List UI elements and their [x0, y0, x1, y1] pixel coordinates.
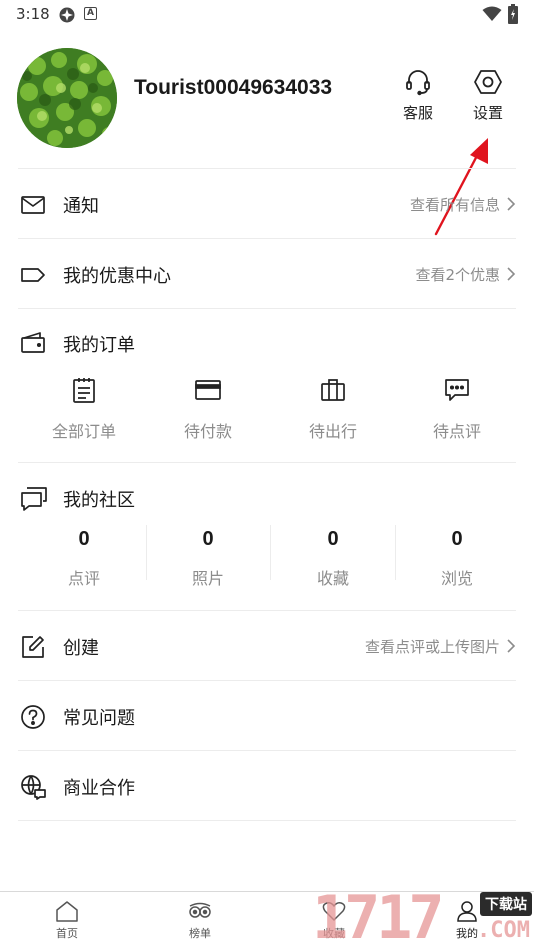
tab-label: 收藏 [323, 927, 345, 940]
divider [18, 750, 516, 751]
chevron-right-icon [507, 197, 516, 211]
tab-label: 榜单 [189, 927, 211, 940]
divider [18, 238, 516, 239]
tab-favorites[interactable]: 收藏 [294, 900, 374, 941]
create-label: 创建 [63, 638, 99, 659]
status-bar: 3:18 A [0, 0, 534, 30]
tab-me[interactable]: 我的 [427, 900, 507, 941]
order-pending-review-button[interactable]: 待点评 [395, 376, 519, 442]
order-label: 全部订单 [51, 422, 116, 441]
stat-value: 0 [78, 528, 90, 550]
order-upcoming-trip-button[interactable]: 待出行 [271, 376, 395, 442]
avatar[interactable] [17, 48, 117, 148]
credit-card-icon [195, 380, 221, 400]
tab-label: 首页 [56, 927, 78, 940]
username[interactable]: Tourist00049634033 [134, 74, 334, 102]
edit-icon [22, 636, 44, 658]
stat-label: 收藏 [316, 569, 349, 588]
my-community-title: 我的社区 [63, 490, 135, 511]
globe-chat-icon [21, 775, 46, 800]
tab-label: 我的 [456, 927, 478, 940]
question-circle-icon [21, 705, 45, 729]
settings-label: 设置 [472, 104, 503, 122]
community-chat-icon [21, 487, 47, 511]
divider [18, 680, 516, 681]
stat-label: 照片 [191, 569, 224, 588]
customer-service-button[interactable]: 客服 [390, 68, 446, 123]
faq-row[interactable]: 常见问题 [18, 682, 516, 750]
divider [18, 462, 516, 463]
settings-hexagon-icon [474, 70, 502, 94]
create-hint: 查看点评或上传图片 [364, 638, 500, 656]
chevron-right-icon [507, 267, 516, 281]
stat-saves[interactable]: 0 收藏 [271, 528, 395, 589]
order-label: 待出行 [308, 422, 357, 441]
battery-icon [508, 4, 518, 24]
heart-icon [322, 902, 346, 921]
status-time: 3:18 [16, 5, 50, 23]
stat-photos[interactable]: 0 照片 [146, 528, 270, 589]
stat-label: 点评 [67, 569, 100, 588]
clipboard-icon [73, 378, 95, 403]
tab-rankings[interactable]: 榜单 [160, 900, 240, 941]
comment-icon [445, 379, 469, 401]
home-icon [56, 901, 78, 922]
stat-value: 0 [202, 528, 214, 550]
coupons-label: 我的优惠中心 [63, 266, 171, 287]
suitcase-icon [321, 379, 345, 401]
bottom-nav: 首页 榜单 收藏 我的 [0, 891, 534, 950]
stat-value: 0 [451, 528, 463, 550]
divider [18, 168, 516, 169]
notifications-row[interactable]: 通知 查看所有信息 [18, 170, 516, 238]
notifications-label: 通知 [63, 196, 99, 217]
person-icon [457, 901, 477, 922]
create-row[interactable]: 创建 查看点评或上传图片 [18, 612, 516, 680]
stat-reviews[interactable]: 0 点评 [22, 528, 146, 589]
wallet-icon [21, 332, 45, 353]
envelope-icon [21, 196, 45, 214]
order-all-button[interactable]: 全部订单 [22, 376, 146, 442]
sync-icon [59, 7, 75, 23]
wifi-icon [482, 6, 502, 21]
owl-icon [189, 902, 211, 918]
stat-label: 浏览 [440, 569, 473, 588]
app-notification-icon: A [84, 7, 97, 20]
order-pending-payment-button[interactable]: 待付款 [146, 376, 270, 442]
stat-views[interactable]: 0 浏览 [395, 528, 519, 589]
divider [18, 820, 516, 821]
notifications-hint: 查看所有信息 [409, 196, 500, 214]
stat-value: 0 [327, 528, 339, 550]
faq-label: 常见问题 [63, 708, 135, 729]
my-orders-title: 我的订单 [63, 335, 135, 356]
divider [18, 308, 516, 309]
divider [18, 610, 516, 611]
tab-home[interactable]: 首页 [27, 900, 107, 941]
order-label: 待付款 [183, 422, 232, 441]
business-label: 商业合作 [63, 778, 135, 799]
coupons-row[interactable]: 我的优惠中心 查看2个优惠 [18, 240, 516, 308]
customer-service-label: 客服 [402, 104, 433, 122]
settings-button[interactable]: 设置 [460, 68, 516, 123]
business-row[interactable]: 商业合作 [18, 752, 516, 820]
tag-icon [21, 268, 45, 282]
coupons-hint: 查看2个优惠 [415, 266, 500, 284]
order-label: 待点评 [432, 422, 481, 441]
headset-icon [406, 70, 430, 96]
chevron-right-icon [507, 639, 516, 653]
